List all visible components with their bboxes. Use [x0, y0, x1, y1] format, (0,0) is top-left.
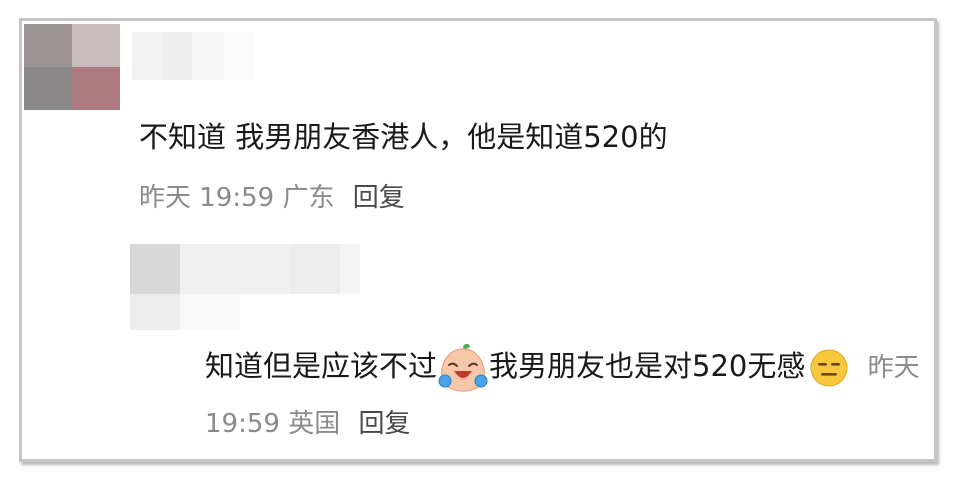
reply-location: 英国 — [288, 409, 341, 439]
expressionless-face-icon — [809, 348, 849, 388]
name-pixel — [290, 244, 340, 294]
comment-time: 昨天 19:59 — [139, 183, 275, 213]
avatar-pixel — [180, 294, 240, 330]
avatar-pixel — [72, 67, 120, 110]
name-pixel — [340, 244, 360, 294]
reply-button[interactable]: 回复 — [353, 183, 405, 213]
avatar-pixel — [130, 244, 180, 294]
reply-avatar[interactable] — [130, 244, 240, 330]
avatar[interactable] — [24, 24, 120, 110]
laughing-crying-peach-icon — [437, 343, 489, 393]
username-blurred[interactable] — [132, 32, 254, 80]
avatar-pixel — [72, 24, 120, 67]
reply-text-part1: 知道但是应该不过 — [205, 349, 438, 383]
name-pixel — [132, 32, 162, 80]
reply-body: 知道但是应该不过 我男朋友也是对520无感 昨天 19:59 英国 回复 — [205, 339, 925, 451]
comment-meta: 昨天 19:59 广东 回复 — [139, 177, 405, 214]
name-pixel — [192, 32, 224, 80]
reply-text-part2: 我男朋友也是对520无感 — [489, 349, 806, 383]
avatar-pixel — [130, 294, 180, 330]
reply-button[interactable]: 回复 — [358, 409, 410, 439]
name-pixel — [224, 32, 254, 80]
reply-username-blurred[interactable] — [240, 244, 360, 294]
avatar-pixel — [24, 24, 72, 67]
name-pixel — [162, 32, 192, 80]
comment-text: 不知道 我男朋友香港人，他是知道520的 — [139, 120, 668, 154]
name-pixel — [240, 244, 290, 294]
avatar-pixel — [180, 244, 240, 294]
comment-card: 不知道 我男朋友香港人，他是知道520的 昨天 19:59 广东 回复 知道但是… — [19, 18, 937, 462]
avatar-pixel — [24, 67, 72, 110]
comment-location: 广东 — [282, 183, 335, 213]
